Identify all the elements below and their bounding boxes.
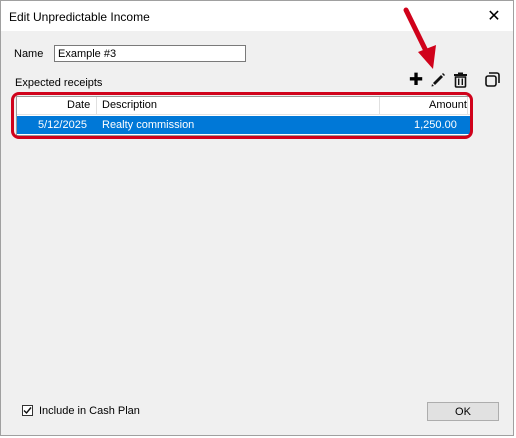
- dialog-title: Edit Unpredictable Income: [9, 10, 150, 24]
- checkmark-icon: [23, 407, 32, 415]
- include-in-cash-plan-label[interactable]: Include in Cash Plan: [39, 405, 140, 417]
- column-header-amount[interactable]: Amount: [429, 99, 467, 111]
- include-in-cash-plan-checkbox[interactable]: [22, 405, 33, 416]
- row-date: 5/12/2025: [38, 119, 87, 131]
- close-icon: ✕: [487, 8, 501, 25]
- delete-trash-icon: [453, 72, 467, 88]
- name-input[interactable]: [54, 45, 246, 62]
- close-button[interactable]: ✕: [481, 5, 507, 27]
- row-description: Realty commission: [102, 119, 195, 131]
- name-label: Name: [14, 48, 44, 60]
- annotation-arrow-icon: [403, 7, 436, 69]
- copy-button[interactable]: [482, 69, 502, 89]
- edit-unpredictable-income-dialog: Edit Unpredictable Income ✕ Name Expecte…: [0, 0, 514, 436]
- column-header-date[interactable]: Date: [67, 99, 90, 111]
- delete-button[interactable]: [450, 69, 470, 89]
- grid-header: Date Description Amount: [17, 97, 470, 115]
- copy-icon: [484, 71, 500, 87]
- column-header-description[interactable]: Description: [102, 99, 157, 111]
- table-row[interactable]: 5/12/2025 Realty commission 1,250.00: [17, 116, 470, 134]
- ok-button[interactable]: OK: [427, 402, 499, 421]
- expected-receipts-label: Expected receipts: [15, 77, 103, 89]
- receipts-grid[interactable]: Date Description Amount 5/12/2025 Realty…: [16, 96, 471, 136]
- row-amount: 1,250.00: [414, 119, 457, 131]
